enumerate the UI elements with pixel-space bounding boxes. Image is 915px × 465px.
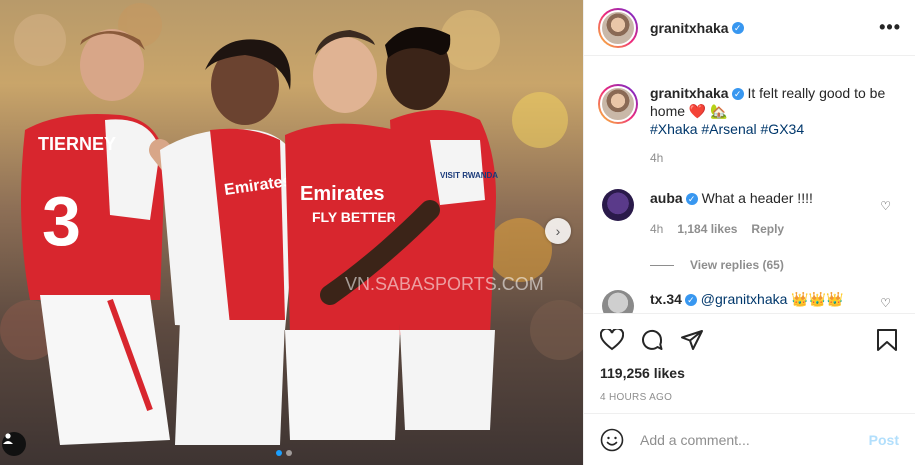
share-button[interactable] bbox=[678, 326, 706, 354]
post-actions-bar bbox=[584, 313, 915, 365]
commenter-avatar[interactable] bbox=[602, 290, 634, 313]
comment-text: What a header !!!! bbox=[697, 190, 813, 206]
verified-badge-icon: ✓ bbox=[685, 193, 698, 205]
comment-button[interactable] bbox=[638, 326, 666, 354]
add-comment-bar: Post bbox=[584, 413, 915, 465]
save-button[interactable] bbox=[873, 326, 901, 354]
author-username[interactable]: granitxhaka bbox=[650, 20, 729, 36]
view-replies-label[interactable]: View replies (65) bbox=[690, 258, 784, 272]
post-header: granitxhaka ✓ ••• bbox=[584, 0, 915, 56]
carousel-next-button[interactable]: › bbox=[545, 218, 571, 244]
sleeve-text: VISIT RWANDA bbox=[440, 171, 498, 180]
caption-avatar[interactable] bbox=[598, 84, 638, 124]
team-celebration-illustration: TIERNEY 3 Emirates Emirates FLY BETTER V… bbox=[0, 3, 583, 445]
more-options-icon[interactable]: ••• bbox=[879, 17, 901, 38]
bookmark-icon bbox=[877, 328, 897, 351]
carousel-dot-active bbox=[276, 450, 282, 456]
verified-badge-icon: ✓ bbox=[684, 294, 697, 306]
user-icon bbox=[3, 433, 13, 444]
author-avatar[interactable] bbox=[598, 7, 638, 48]
comment-bubble-icon bbox=[642, 329, 663, 350]
post-timestamp: 4 HOURS AGO bbox=[600, 392, 673, 403]
comments-list[interactable]: granitxhaka ✓ It felt really good to be h… bbox=[584, 56, 915, 313]
watermark: VN.SABASPORTS.COM bbox=[345, 274, 544, 294]
caption-time: 4h bbox=[650, 151, 664, 165]
post-photo[interactable]: TIERNEY 3 Emirates Emirates FLY BETTER V… bbox=[0, 0, 583, 465]
verified-badge-icon: ✓ bbox=[731, 88, 744, 100]
reply-button[interactable]: Reply bbox=[751, 220, 784, 238]
sponsor-text-center: Emirates bbox=[300, 183, 385, 205]
comment-mention[interactable]: @granitxhaka bbox=[697, 291, 788, 307]
shirt-name: TIERNEY bbox=[38, 134, 116, 154]
caption-emoji: ❤️ 🏡 bbox=[688, 103, 728, 119]
verified-badge-icon: ✓ bbox=[731, 21, 744, 34]
shirt-number: 3 bbox=[42, 182, 81, 260]
caption-username[interactable]: granitxhaka bbox=[650, 85, 729, 101]
view-replies-button[interactable]: View replies (65) bbox=[584, 258, 915, 272]
like-comment-heart-icon[interactable]: ♡ bbox=[880, 199, 891, 213]
tagged-users-button[interactable] bbox=[2, 432, 26, 456]
caption-hashtags[interactable]: #Xhaka #Arsenal #GX34 bbox=[650, 121, 804, 137]
comment-time: 4h bbox=[650, 222, 664, 236]
heart-icon bbox=[600, 328, 624, 350]
carousel-indicator bbox=[276, 450, 292, 456]
post-side-panel: granitxhaka ✓ ••• granitxhaka ✓ It felt r… bbox=[583, 0, 915, 465]
post-caption: granitxhaka ✓ It felt really good to be h… bbox=[584, 56, 915, 167]
commenter-username[interactable]: tx.34 bbox=[650, 291, 682, 307]
commenter-avatar[interactable] bbox=[602, 189, 634, 221]
sponsor-slogan-center: FLY BETTER bbox=[312, 209, 397, 225]
emoji-icon[interactable] bbox=[600, 428, 624, 452]
add-comment-input[interactable] bbox=[640, 431, 869, 448]
commenter-username[interactable]: auba bbox=[650, 190, 683, 206]
post-comment-button[interactable]: Post bbox=[869, 432, 899, 448]
comment-emoji: 👑👑👑 bbox=[787, 291, 844, 307]
like-comment-heart-icon[interactable]: ♡ bbox=[880, 296, 891, 310]
paper-plane-icon bbox=[681, 329, 703, 350]
comment-item: tx.34 ✓ @granitxhaka 👑👑👑 ♡ bbox=[584, 290, 915, 313]
carousel-dot bbox=[286, 450, 292, 456]
likes-count[interactable]: 119,256 likes bbox=[584, 365, 915, 381]
like-button[interactable] bbox=[598, 326, 626, 354]
chevron-right-icon: › bbox=[555, 223, 561, 239]
comment-likes[interactable]: 1,184 likes bbox=[677, 220, 737, 238]
comment-item: auba ✓ What a header !!!! 4h 1,184 likes … bbox=[584, 189, 915, 238]
